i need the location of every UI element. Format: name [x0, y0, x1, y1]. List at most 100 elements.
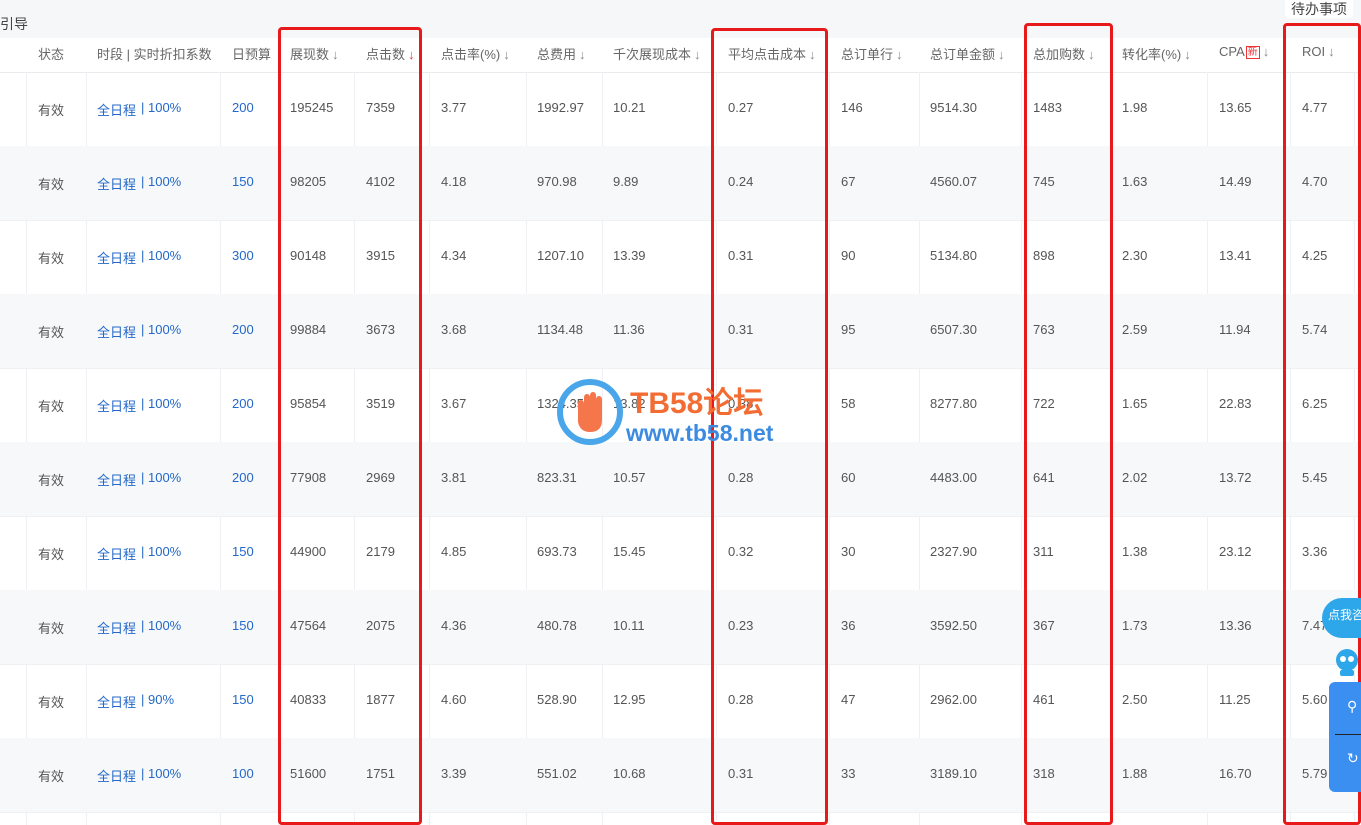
cell-orders: 58	[841, 396, 856, 411]
cell-cpa: 13.36	[1219, 618, 1252, 633]
cell-cvr: 2.59	[1122, 322, 1148, 337]
sort-arrow-icon[interactable]: ↓	[503, 47, 510, 62]
discount-value[interactable]: | 100%	[141, 322, 181, 337]
cell-order-amount: 4483.00	[930, 470, 977, 485]
budget-value[interactable]: 300	[232, 248, 254, 263]
cell-ctr: 4.18	[441, 174, 467, 189]
sort-arrow-icon[interactable]: ↓	[579, 47, 586, 62]
cell-cost: 551.02	[537, 766, 577, 781]
budget-value[interactable]: 150	[232, 544, 254, 559]
budget-value[interactable]: 100	[232, 766, 254, 781]
schedule-link[interactable]: 全日程	[97, 322, 136, 341]
cell-orders: 95	[841, 322, 856, 337]
schedule-link[interactable]: 全日程	[97, 396, 136, 415]
schedule-link[interactable]: 全日程	[97, 618, 136, 637]
cell-cvr: 1.98	[1122, 100, 1148, 115]
consult-bubble[interactable]: 点我咨询	[1322, 598, 1361, 638]
cell-order-amount: 4560.07	[930, 174, 977, 189]
col-cpa[interactable]: CPA 新 ↓	[1219, 44, 1269, 59]
discount-value[interactable]: | 100%	[141, 470, 181, 485]
cell-order-amount: 3189.10	[930, 766, 977, 781]
col-cvr[interactable]: 转化率(%) ↓	[1122, 44, 1191, 63]
schedule-link[interactable]: 全日程	[97, 470, 136, 489]
cell-status: 有效	[38, 325, 65, 340]
table-header: 状态 时段 | 实时折扣系数 日预算 展现数 ↓ 点击数 ↓ 点击率(%) ↓ 总费用…	[0, 38, 1361, 73]
cell-status: 有效	[38, 769, 65, 784]
cell-cpa: 11.25	[1219, 692, 1251, 707]
budget-value[interactable]: 200	[232, 470, 254, 485]
sort-arrow-icon[interactable]: ↓	[1263, 44, 1270, 59]
col-order-amount[interactable]: 总订单金额 ↓	[930, 44, 1005, 63]
col-orders[interactable]: 总订单行 ↓	[841, 44, 903, 63]
schedule-link[interactable]: 全日程	[97, 248, 136, 267]
cell-status: 有效	[38, 473, 65, 488]
watermark-url: www.tb58.net	[626, 420, 774, 446]
sort-arrow-icon[interactable]: ↓	[896, 47, 903, 62]
table-row: 有效 全日程 | 100% 200 195245 7359 3.77 1992.97 10.21…	[0, 72, 1361, 147]
cell-order-amount: 9514.30	[930, 100, 977, 115]
budget-value[interactable]: 200	[232, 100, 254, 115]
discount-value[interactable]: | 100%	[141, 396, 181, 411]
cell-ctr: 4.34	[441, 248, 467, 263]
cell-cpm: 13.39	[613, 248, 646, 263]
guide-link[interactable]: 引导	[0, 14, 28, 34]
discount-value[interactable]: | 100%	[141, 544, 181, 559]
schedule-link[interactable]: 全日程	[97, 692, 136, 711]
budget-value[interactable]: 200	[232, 396, 254, 411]
sort-arrow-icon[interactable]: ↓	[998, 47, 1005, 62]
budget-value[interactable]: 150	[232, 174, 254, 189]
refresh-icon[interactable]: ↻	[1347, 750, 1359, 767]
budget-value[interactable]: 150	[232, 618, 254, 633]
cell-cpa: 16.70	[1219, 766, 1252, 781]
budget-value[interactable]: 200	[232, 322, 254, 337]
schedule-link[interactable]: 全日程	[97, 766, 136, 785]
schedule-link[interactable]: 全日程	[97, 174, 136, 193]
cell-cost: 823.31	[537, 470, 577, 485]
cell-status: 有效	[38, 547, 65, 562]
cell-cpa: 13.65	[1219, 100, 1252, 115]
cell-cpa: 23.12	[1219, 544, 1252, 559]
cell-cpm: 10.68	[613, 766, 646, 781]
cell-orders: 90	[841, 248, 856, 263]
cell-status: 有效	[38, 621, 65, 636]
discount-value[interactable]: | 100%	[141, 766, 181, 781]
discount-value[interactable]: | 100%	[141, 100, 181, 115]
schedule-link[interactable]: 全日程	[97, 100, 136, 119]
cell-ctr: 4.60	[441, 692, 467, 707]
cell-cvr: 1.88	[1122, 766, 1148, 781]
cell-cpa: 22.83	[1219, 396, 1252, 411]
cell-cvr: 1.73	[1122, 618, 1148, 633]
schedule-link[interactable]: 全日程	[97, 544, 136, 563]
col-cost[interactable]: 总费用 ↓	[537, 44, 586, 63]
cell-ctr: 4.85	[441, 544, 467, 559]
cell-orders: 33	[841, 766, 856, 781]
table-row: 有效 全日程 | 100% 200 99884 3673 3.68 1134.48 11.36 0…	[0, 294, 1361, 369]
discount-value[interactable]: | 100%	[141, 618, 181, 633]
cell-status: 有效	[38, 399, 65, 414]
col-budget: 日预算	[232, 47, 272, 62]
col-status: 状态	[38, 47, 65, 62]
cell-cpm: 10.21	[613, 100, 646, 115]
discount-value[interactable]: | 100%	[141, 174, 181, 189]
lightbulb-icon[interactable]: ⚲	[1347, 698, 1357, 715]
cell-order-amount: 5134.80	[930, 248, 977, 263]
budget-value[interactable]: 150	[232, 692, 254, 707]
cell-cpm: 9.89	[613, 174, 639, 189]
sort-arrow-icon[interactable]: ↓	[1184, 47, 1191, 62]
col-ctr[interactable]: 点击率(%) ↓	[441, 44, 510, 63]
robot-mascot-icon[interactable]	[1332, 640, 1361, 680]
cell-ctr: 3.77	[441, 100, 467, 115]
discount-value[interactable]: | 100%	[141, 248, 181, 263]
cell-cost: 970.98	[537, 174, 577, 189]
cell-order-amount: 3592.50	[930, 618, 977, 633]
cell-order-amount: 8277.80	[930, 396, 977, 411]
col-cpm[interactable]: 千次展现成本 ↓	[613, 44, 701, 63]
sort-arrow-icon[interactable]: ↓	[694, 47, 701, 62]
todo-button[interactable]: 待办事项	[1285, 0, 1353, 18]
discount-value[interactable]: | 90%	[141, 692, 174, 707]
cell-orders: 60	[841, 470, 856, 485]
cell-cost: 693.73	[537, 544, 577, 559]
cell-cpa: 13.72	[1219, 470, 1252, 485]
cell-cpm: 11.36	[613, 322, 645, 337]
watermark-title: TB58论坛	[630, 387, 764, 420]
